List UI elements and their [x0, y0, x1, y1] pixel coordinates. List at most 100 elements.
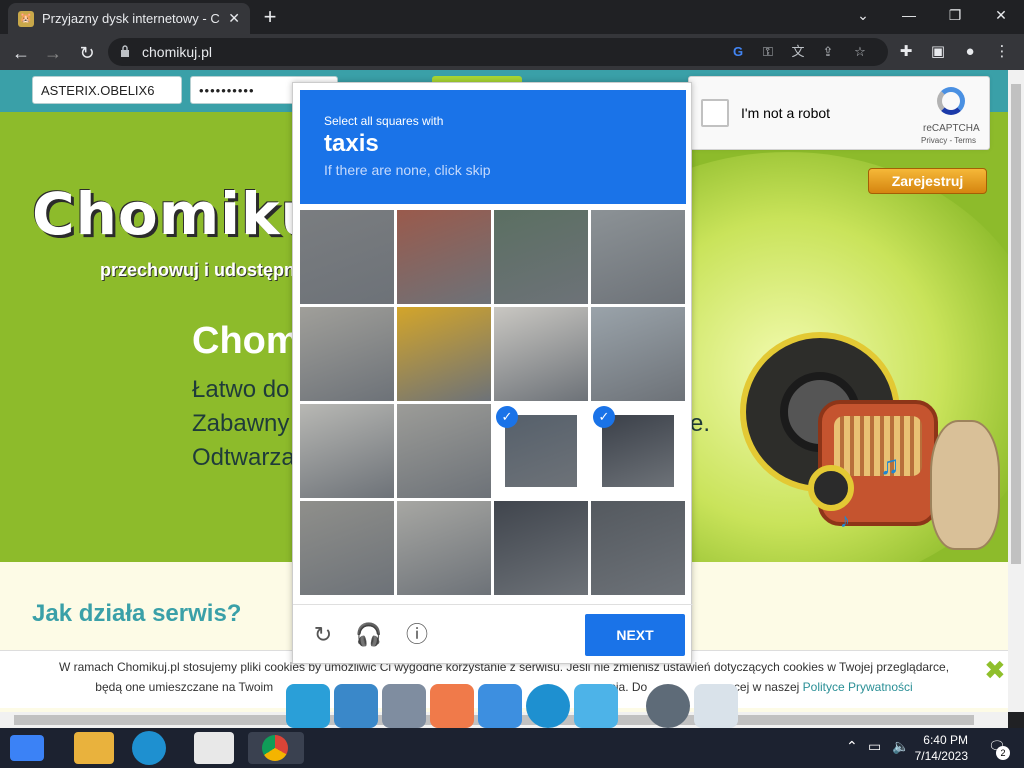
tile-image	[397, 210, 491, 304]
chrome-icon	[262, 735, 288, 761]
tile-image	[397, 404, 491, 498]
captcha-tile[interactable]	[591, 210, 685, 304]
register-button[interactable]: Zarejestruj	[868, 168, 987, 194]
captcha-tile[interactable]	[397, 307, 491, 401]
recaptcha-label: I'm not a robot	[741, 105, 831, 121]
how-it-works-heading: Jak działa serwis?	[32, 600, 242, 627]
tile-image	[505, 415, 577, 487]
taskbar: ⌃ ▭ 🔈 6:40 PM 7/14/2023 🗨 2	[0, 728, 1024, 768]
captcha-tile[interactable]	[397, 210, 491, 304]
store-icon[interactable]	[194, 732, 234, 764]
cookie-close-icon[interactable]: ✖	[984, 657, 1008, 683]
radio-grill	[834, 416, 922, 476]
tab-close-icon[interactable]: ✕	[228, 10, 240, 27]
restore-button[interactable]: ❐	[932, 0, 978, 30]
photos-app-icon[interactable]	[478, 684, 522, 728]
file-explorer-icon[interactable]	[74, 732, 114, 764]
music-note-icon: ♫	[880, 450, 900, 480]
tab-strip: 🐹 Przyjazny dysk internetowy - Cho ✕ + ⌄…	[0, 0, 1024, 34]
tile-image	[397, 307, 491, 401]
menu-kebab-icon[interactable]: ⋮	[990, 40, 1014, 64]
captcha-tile[interactable]	[300, 210, 394, 304]
tile-image	[602, 415, 674, 487]
reload-icon[interactable]: ↻	[309, 621, 337, 649]
address-bar[interactable]: chomikuj.pl G ⚿ 文 ⇪ ☆	[108, 38, 888, 66]
hero-line-fragment: e.	[690, 410, 711, 437]
recaptcha-brand: reCAPTCHA	[923, 123, 980, 134]
edge-taskbar-icon[interactable]	[132, 731, 166, 765]
chomik-favicon-icon: 🐹	[18, 10, 34, 27]
selected-check-icon: ✓	[496, 406, 518, 428]
captcha-tile[interactable]	[494, 210, 588, 304]
captcha-tile[interactable]	[300, 307, 394, 401]
url-text: chomikuj.pl	[142, 44, 213, 60]
music-note-icon: ♪	[840, 510, 850, 532]
recycle-bin-icon[interactable]	[694, 684, 738, 728]
recaptcha-terms-link[interactable]: Privacy - Terms	[921, 136, 976, 145]
captcha-tile[interactable]	[494, 501, 588, 595]
recaptcha-checkbox[interactable]	[701, 99, 729, 127]
tray-chevron-icon[interactable]: ⌃	[846, 738, 858, 755]
challenge-target: taxis	[324, 130, 379, 157]
hero-title: Chom	[192, 320, 300, 362]
challenge-header: Select all squares with taxis If there a…	[300, 90, 686, 204]
google-icon[interactable]: G	[728, 42, 748, 62]
captcha-tile[interactable]	[300, 501, 394, 595]
selected-check-icon: ✓	[593, 406, 615, 428]
next-button[interactable]: NEXT	[585, 614, 685, 656]
captcha-tile[interactable]	[397, 501, 491, 595]
network-app-icon[interactable]	[334, 684, 378, 728]
dashboard-app-icon[interactable]	[574, 684, 618, 728]
extensions-icon[interactable]: ✚	[894, 40, 918, 64]
settings-app-icon[interactable]	[646, 684, 690, 728]
files-app-icon[interactable]	[382, 684, 426, 728]
captcha-tile[interactable]	[591, 501, 685, 595]
hamster-mascot	[930, 420, 1000, 550]
recaptcha-logo-icon	[937, 87, 965, 115]
side-panel-icon[interactable]: ▣	[926, 40, 950, 64]
tile-image	[494, 307, 588, 401]
edge-app-icon[interactable]	[526, 684, 570, 728]
minimize-button[interactable]: —	[886, 0, 932, 30]
clock-time: 6:40 PM	[923, 733, 968, 747]
info-icon[interactable]: ⓘ	[403, 621, 431, 649]
notification-count-badge: 2	[996, 746, 1010, 760]
forward-button[interactable]: →	[40, 40, 66, 66]
captcha-tile[interactable]: ✓	[494, 404, 588, 498]
audio-icon[interactable]: 🎧	[355, 621, 383, 649]
start-button-icon[interactable]	[10, 735, 44, 761]
chrome-taskbar-button[interactable]	[248, 732, 304, 764]
cookie-text-fragment: będą one umieszczane na Twoim	[95, 680, 274, 694]
share-icon[interactable]: ⇪	[818, 42, 838, 62]
captcha-tile[interactable]	[300, 404, 394, 498]
key-icon[interactable]: ⚿	[758, 42, 778, 62]
tile-image	[300, 307, 394, 401]
close-window-button[interactable]: ✕	[978, 0, 1024, 30]
challenge-hint: If there are none, click skip	[324, 162, 491, 178]
captcha-tile[interactable]	[494, 307, 588, 401]
privacy-policy-link[interactable]: Polityce Prywatności	[803, 680, 913, 694]
translate-icon[interactable]: 文	[788, 42, 808, 62]
captcha-tile[interactable]: ✓	[591, 404, 685, 498]
music-app-icon[interactable]	[430, 684, 474, 728]
back-button[interactable]: ←	[8, 40, 34, 66]
captcha-tile[interactable]	[397, 404, 491, 498]
recaptcha-widget: I'm not a robot reCAPTCHA Privacy - Term…	[688, 76, 990, 150]
reload-button[interactable]: ↻	[74, 40, 100, 66]
vertical-scroll-thumb[interactable]	[1011, 84, 1021, 564]
captcha-tile[interactable]	[591, 307, 685, 401]
browser-tab[interactable]: 🐹 Przyjazny dysk internetowy - Cho ✕	[8, 3, 250, 34]
profile-avatar-icon[interactable]: ●	[958, 40, 982, 64]
login-field[interactable]: ASTERIX.OBELIX6	[32, 76, 182, 104]
volume-icon[interactable]: 🔈	[892, 738, 909, 755]
clock-date: 7/14/2023	[914, 749, 968, 763]
clock[interactable]: 6:40 PM 7/14/2023	[912, 732, 968, 764]
bookmark-star-icon[interactable]: ☆	[850, 42, 870, 62]
network-icon[interactable]: ▭	[868, 738, 881, 755]
monitor-app-icon[interactable]	[286, 684, 330, 728]
hero-line: Łatwo do	[192, 376, 290, 403]
tile-image	[591, 307, 685, 401]
tab-search-icon[interactable]: ⌄	[840, 0, 886, 30]
new-tab-button[interactable]: +	[258, 6, 282, 30]
lock-icon	[121, 45, 129, 57]
